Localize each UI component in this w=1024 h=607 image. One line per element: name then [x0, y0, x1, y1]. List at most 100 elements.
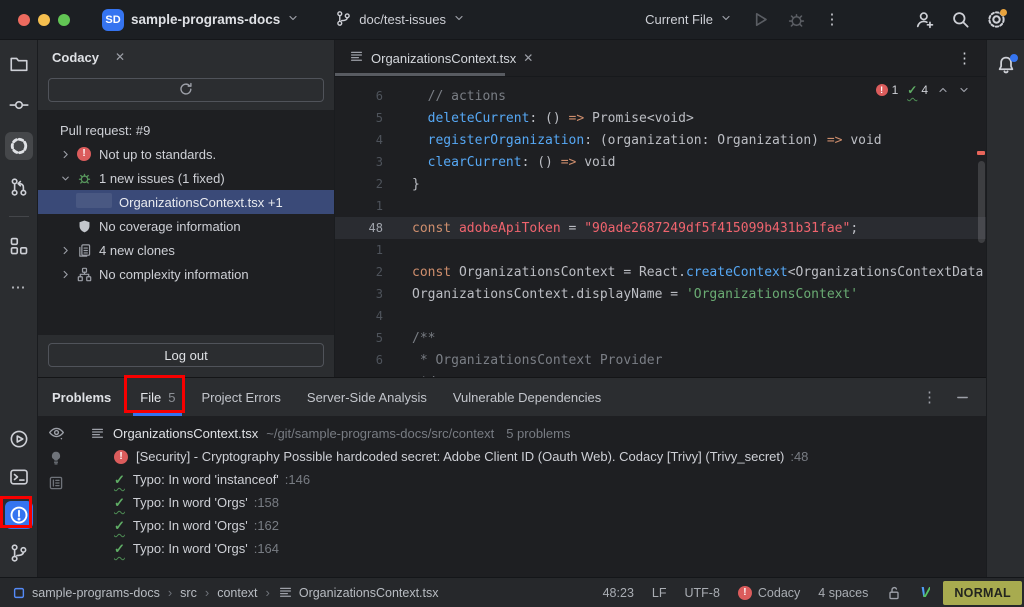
- tab-label: Vulnerable Dependencies: [453, 390, 601, 405]
- editor-tab-organizationscontext[interactable]: OrganizationsContext.tsx ✕: [335, 40, 545, 76]
- breadcrumb-src[interactable]: src: [180, 586, 197, 600]
- chevron-right-icon[interactable]: [60, 269, 76, 280]
- codacy-tree-item[interactable]: OrganizationsContext.tsx +1: [38, 190, 334, 214]
- code-line[interactable]: 7 */: [335, 371, 986, 377]
- settings-button[interactable]: [982, 6, 1010, 34]
- code-line[interactable]: 5/**: [335, 327, 986, 349]
- tab-vulnerable-dependencies[interactable]: Vulnerable Dependencies: [440, 378, 614, 416]
- tool-problems[interactable]: [5, 501, 33, 529]
- caret-position[interactable]: 48:23: [594, 578, 643, 607]
- vim-icon[interactable]: V: [911, 578, 939, 607]
- code-line[interactable]: 2const OrganizationsContext = React.crea…: [335, 261, 986, 283]
- problem-line-number: :158: [254, 495, 279, 510]
- code-line[interactable]: 6 * OrganizationsContext Provider: [335, 349, 986, 371]
- close-tab-icon[interactable]: ✕: [523, 51, 533, 65]
- problem-row[interactable]: ![Security] - Cryptography Possible hard…: [74, 445, 986, 468]
- tool-codacy[interactable]: [5, 132, 33, 160]
- minimize-window-button[interactable]: [38, 14, 50, 26]
- line-number: 3: [335, 155, 383, 169]
- inspection-errors[interactable]: !1: [876, 83, 899, 97]
- code-line[interactable]: 5 deleteCurrent: () => Promise<void>: [335, 107, 986, 129]
- code-line[interactable]: 3OrganizationsContext.displayName = 'Org…: [335, 283, 986, 305]
- codacy-refresh-button[interactable]: [48, 78, 324, 102]
- codacy-tree-item[interactable]: 4 new clones: [38, 238, 334, 262]
- line-ending[interactable]: LF: [643, 578, 676, 607]
- run-button[interactable]: [746, 6, 774, 34]
- breadcrumb-context[interactable]: context: [217, 586, 257, 600]
- breadcrumb-sample-programs-docs[interactable]: sample-programs-docs: [12, 586, 160, 600]
- close-icon[interactable]: ✕: [115, 50, 125, 64]
- code-line-current[interactable]: 48const adobeApiToken = "90ade2687249df5…: [335, 217, 986, 239]
- chevron-right-icon[interactable]: [60, 149, 76, 160]
- vim-mode-badge[interactable]: NORMAL: [943, 581, 1022, 605]
- codacy-tree-item[interactable]: No coverage information: [38, 214, 334, 238]
- code-line[interactable]: 4: [335, 305, 986, 327]
- line-number: 6: [335, 353, 383, 367]
- problem-row[interactable]: ✓Typo: In word 'Orgs':162: [74, 514, 986, 537]
- breadcrumb-organizationscontext-tsx[interactable]: OrganizationsContext.tsx: [278, 585, 439, 600]
- editor-tab-bar: OrganizationsContext.tsx ✕ ⋮: [335, 40, 986, 77]
- tool-more-horizontal[interactable]: ⋯: [5, 273, 33, 301]
- line-number: 48: [335, 221, 383, 235]
- more-vertical-icon[interactable]: ⋮: [922, 390, 937, 405]
- indent-config[interactable]: 4 spaces: [809, 578, 877, 607]
- details-icon[interactable]: [48, 475, 64, 491]
- codacy-tree-item[interactable]: 1 new issues (1 fixed): [38, 166, 334, 190]
- breadcrumb-label: OrganizationsContext.tsx: [299, 586, 439, 600]
- tool-run[interactable]: [5, 425, 33, 453]
- chevron-down-icon[interactable]: [60, 173, 76, 184]
- run-config-label: Current File: [645, 12, 713, 27]
- error-stripe-mark[interactable]: [977, 151, 985, 155]
- lightbulb-icon[interactable]: [48, 450, 64, 466]
- code-line[interactable]: 3 clearCurrent: () => void: [335, 151, 986, 173]
- readonly-toggle[interactable]: [877, 578, 911, 607]
- tool-pull-request[interactable]: [5, 173, 33, 201]
- tab-server-side-analysis[interactable]: Server-Side Analysis: [294, 378, 440, 416]
- run-config-selector[interactable]: Current File: [639, 8, 738, 31]
- problem-row[interactable]: ✓Typo: In word 'Orgs':164: [74, 537, 986, 560]
- line-number: 1: [335, 243, 383, 257]
- code-line[interactable]: 1: [335, 239, 986, 261]
- maximize-window-button[interactable]: [58, 14, 70, 26]
- debug-button[interactable]: [782, 6, 810, 34]
- project-selector[interactable]: SD sample-programs-docs: [96, 5, 305, 35]
- chevron-right-icon[interactable]: [60, 245, 76, 256]
- search-everywhere-button[interactable]: [946, 6, 974, 34]
- check-icon: ✓: [114, 473, 125, 486]
- preview-eye-icon[interactable]: [48, 424, 65, 441]
- close-window-button[interactable]: [18, 14, 30, 26]
- codacy-tree-item[interactable]: No complexity information: [38, 262, 334, 286]
- tab-project-errors[interactable]: Project Errors: [188, 378, 293, 416]
- more-actions-button[interactable]: ⋮: [818, 6, 846, 34]
- tool-git[interactable]: [5, 539, 33, 567]
- branch-selector[interactable]: doc/test-issues: [329, 6, 471, 34]
- codacy-tree-item[interactable]: !Not up to standards.: [38, 142, 334, 166]
- code-with-me-button[interactable]: [910, 6, 938, 34]
- tool-structure[interactable]: [5, 232, 33, 260]
- problem-row[interactable]: ✓Typo: In word 'Orgs':158: [74, 491, 986, 514]
- notifications-button[interactable]: [992, 52, 1020, 80]
- inspection-widget[interactable]: !1 ✓4: [876, 83, 970, 97]
- code-line[interactable]: 2}: [335, 173, 986, 195]
- tool-terminal[interactable]: [5, 463, 33, 491]
- minimize-icon[interactable]: [955, 390, 970, 405]
- tool-commit[interactable]: [5, 91, 33, 119]
- next-problem-button[interactable]: [958, 84, 970, 96]
- problem-text: Typo: In word 'Orgs': [133, 541, 248, 556]
- problems-file-group[interactable]: OrganizationsContext.tsx~/git/sample-pro…: [74, 422, 986, 445]
- prev-problem-button[interactable]: [937, 84, 949, 96]
- sync-icon: [178, 81, 194, 100]
- logout-button[interactable]: Log out: [48, 343, 324, 367]
- inspection-ok[interactable]: ✓4: [907, 83, 928, 97]
- codacy-tree-item[interactable]: Pull request: #9: [38, 118, 334, 142]
- problem-row[interactable]: ✓Typo: In word 'instanceof':146: [74, 468, 986, 491]
- editor-more-button[interactable]: ⋮: [957, 49, 986, 67]
- code-editor[interactable]: 6 // actions5 deleteCurrent: () => Promi…: [335, 77, 986, 377]
- code-line[interactable]: 4 registerOrganization: (organization: O…: [335, 129, 986, 151]
- encoding[interactable]: UTF-8: [675, 578, 728, 607]
- code-line[interactable]: 1: [335, 195, 986, 217]
- codacy-status[interactable]: !Codacy: [729, 578, 809, 607]
- tab-file[interactable]: File5: [127, 378, 188, 416]
- editor-scrollbar[interactable]: [978, 161, 985, 243]
- tool-folder[interactable]: [5, 50, 33, 78]
